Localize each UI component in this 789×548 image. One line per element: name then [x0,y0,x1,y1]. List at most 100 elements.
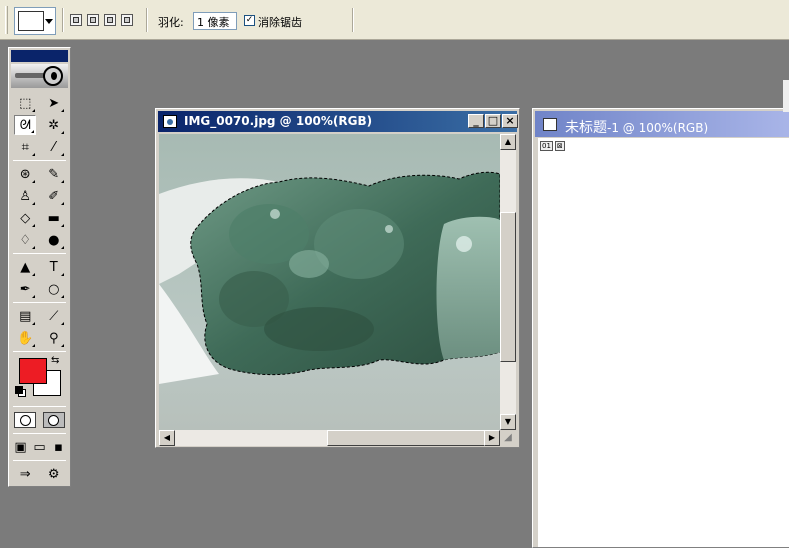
tag-01: 01 [540,141,553,151]
gradient-tool[interactable]: ▬ [43,208,65,228]
circle-icon [48,414,60,426]
slice-icon: ⁄ [52,139,55,155]
lasso-tool[interactable]: ᘛ [14,115,37,135]
tool-row: ▤ ⟋ [11,305,68,327]
untitled-canvas[interactable]: 01 ⊠ [536,138,789,547]
tool-row: ✒ ○ [11,278,68,300]
feather-label: 羽化: [158,16,184,29]
toolbox: ⬚ ➤ ᘛ ✲ ⌗ ⁄ ⊛ ✎ ♙ ✐ ◇ ▬ ♢ ● ▲ T ✒ ○ ▤ ⟋ ✋ ⚲ ⇆ ▣ ▭ ▪ ⇒ ⚙ [8,47,71,487]
maximize-button[interactable]: □ [485,114,501,128]
magic-wand-tool[interactable]: ✲ [43,115,65,135]
canvas-tags: 01 ⊠ [540,141,567,151]
document-title: IMG_0070.jpg @ 100%(RGB) [184,114,373,128]
divider [13,433,66,434]
tool-row: ⌗ ⁄ [11,136,68,158]
crop-tool[interactable]: ⌗ [14,137,36,157]
feather-input[interactable]: 1 像素 [193,12,237,30]
offscreen-panel-edge [783,80,789,112]
move-tool[interactable]: ➤ [43,93,65,113]
scroll-right-button[interactable]: ▶ [484,430,500,446]
dodge-icon: ● [48,232,60,248]
path-selection-tool[interactable]: ▲ [14,257,36,277]
full-screen-menu-mode-button[interactable]: ▭ [30,437,49,457]
scroll-left-button[interactable]: ◀ [159,430,175,446]
divider [62,8,64,32]
eyedropper-tool[interactable]: ⟋ [43,306,65,326]
horizontal-scrollbar[interactable]: ◀ ▶ [159,430,500,446]
zoom-icon: ⚲ [48,330,59,346]
crop-icon: ⌗ [21,139,29,155]
new-selection-button[interactable] [70,14,82,26]
intersect-selection-icon [124,17,130,23]
eraser-tool[interactable]: ◇ [14,208,36,228]
clone-stamp-tool[interactable]: ♙ [14,186,36,206]
feather-logo-bar [15,73,45,78]
jump-to-imageready-button[interactable]: ⇒ [14,464,36,484]
blur-icon: ♢ [19,232,32,248]
tool-row: ⊛ ✎ [11,163,68,185]
history-brush-icon: ✐ [48,188,60,204]
subtract-from-selection-button[interactable] [104,14,116,26]
tool-grid: ⬚ ➤ ᘛ ✲ ⌗ ⁄ ⊛ ✎ ♙ ✐ ◇ ▬ ♢ ● ▲ T ✒ ○ ▤ ⟋ ✋ ⚲ [11,92,68,349]
magic-wand-icon: ✲ [48,117,60,133]
toolbox-titlebar[interactable] [11,50,68,62]
antialias-label: 消除锯齿 [258,16,302,29]
chevron-down-icon [45,19,53,24]
scroll-down-button[interactable]: ▼ [500,414,516,430]
divider [352,8,354,32]
eyedropper-icon: ⟋ [49,308,59,324]
antialias-checkbox[interactable]: ✓ [244,15,255,26]
new-selection-icon [73,17,79,23]
default-colors-icon[interactable] [15,386,23,394]
slice-tool[interactable]: ⁄ [43,137,65,157]
intersect-selection-button[interactable] [121,14,133,26]
marquee-icon: ⬚ [19,95,32,111]
foreground-color-swatch[interactable] [19,358,47,384]
resize-grip-icon[interactable]: ◢ [500,430,516,446]
shape-tool[interactable]: ○ [43,279,65,299]
divider [13,160,66,161]
minimize-button[interactable]: _ [468,114,484,128]
divider [13,351,66,352]
toolbar-grip[interactable] [5,6,8,34]
tool-preset-picker[interactable] [14,7,56,35]
horizontal-scroll-thumb[interactable] [327,430,487,446]
type-tool[interactable]: T [43,257,65,277]
document-icon [163,115,177,128]
untitled-document-window: 未标题-1 @ 100%(RGB) 01 ⊠ [532,108,789,548]
document-icon [543,118,557,131]
scroll-up-button[interactable]: ▲ [500,134,516,150]
brush-tool[interactable]: ✎ [43,164,65,184]
web-button[interactable]: ⚙ [43,464,65,484]
divider [13,406,66,407]
vertical-scrollbar[interactable]: ▲ ▼ [500,134,516,430]
tag-icon: ⊠ [554,141,565,151]
quick-mask-button[interactable] [42,412,65,428]
document-titlebar[interactable]: IMG_0070.jpg @ 100%(RGB) _ □ × [158,111,518,132]
close-button[interactable]: × [502,114,518,128]
zoom-tool[interactable]: ⚲ [43,328,65,348]
full-screen-mode-button[interactable]: ▪ [49,437,68,457]
title-rest: -1 @ 100%(RGB) [607,121,709,135]
marquee-tool[interactable]: ⬚ [14,93,36,113]
add-to-selection-button[interactable] [87,14,99,26]
vertical-scroll-thumb[interactable] [500,212,516,362]
healing-brush-tool[interactable]: ⊛ [14,164,36,184]
pen-tool[interactable]: ✒ [14,279,36,299]
standard-mode-button[interactable] [14,412,37,428]
standard-screen-mode-button[interactable]: ▣ [11,437,30,457]
blur-tool[interactable]: ♢ [14,230,36,250]
photoshop-logo[interactable] [11,64,68,88]
history-brush-tool[interactable]: ✐ [43,186,65,206]
add-to-selection-icon [90,17,96,23]
gradient-icon: ▬ [47,210,60,226]
notes-tool[interactable]: ▤ [14,306,36,326]
image-canvas[interactable] [159,134,500,430]
hand-tool[interactable]: ✋ [14,328,36,348]
move-icon: ➤ [48,95,60,111]
swap-colors-icon[interactable]: ⇆ [51,355,59,366]
lasso-icon: ᘛ [19,117,31,133]
window-icon: ▪ [54,439,63,455]
untitled-document-titlebar[interactable]: 未标题-1 @ 100%(RGB) [535,111,789,137]
dodge-tool[interactable]: ● [43,230,65,250]
